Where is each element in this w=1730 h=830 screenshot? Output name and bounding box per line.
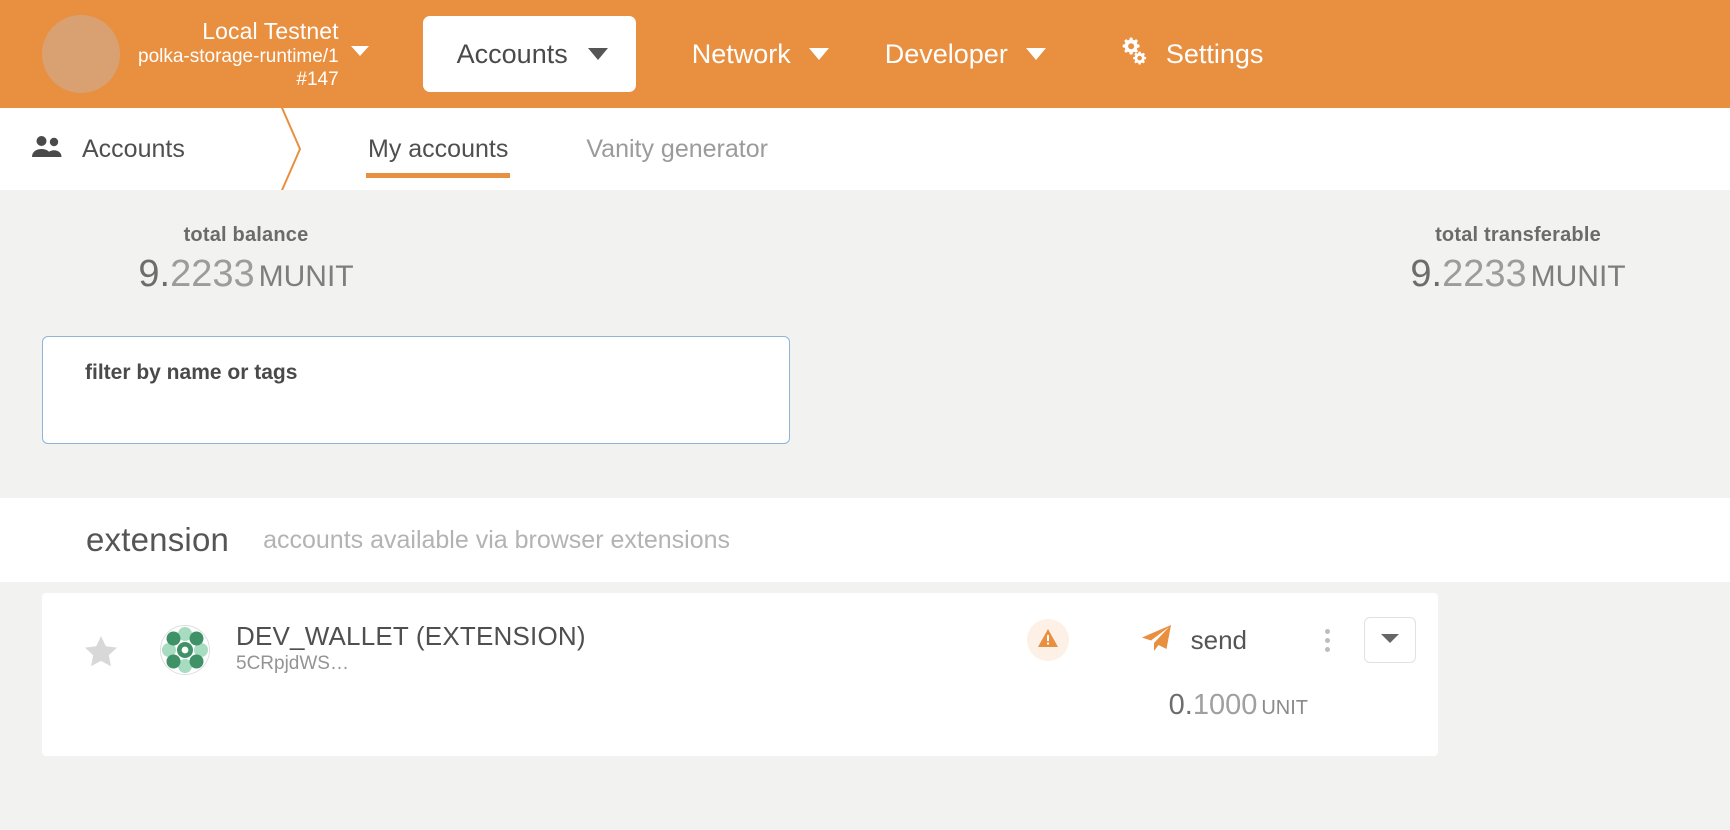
- warning-triangle-icon: [1037, 628, 1059, 653]
- account-balance: 0.1000 UNIT: [1169, 689, 1308, 722]
- top-navigation-bar: Local Testnet polka-storage-runtime/1 #1…: [0, 0, 1730, 108]
- expand-account-button[interactable]: [1364, 617, 1416, 663]
- warning-badge[interactable]: [1026, 619, 1069, 661]
- account-name: DEV_WALLET (EXTENSION): [236, 621, 586, 651]
- nav-accounts-button[interactable]: Accounts: [422, 16, 636, 92]
- balance-summary: total balance 9.2233 MUNIT total transfer…: [0, 190, 1730, 320]
- account-row[interactable]: DEV_WALLET (EXTENSION) 5CRpjdWS… send 0.…: [42, 593, 1438, 756]
- total-transferable-label: total transferable: [1435, 224, 1601, 246]
- favorite-star-icon[interactable]: [84, 635, 118, 672]
- tab-my-accounts[interactable]: My accounts: [346, 108, 530, 190]
- tab-vanity-generator-label: Vanity generator: [586, 134, 768, 163]
- total-balance-int: 9.: [138, 253, 171, 295]
- accounts-people-icon: [30, 134, 64, 165]
- breadcrumb[interactable]: Accounts: [30, 134, 274, 165]
- section-divider: [0, 582, 1730, 593]
- main-content: total balance 9.2233 MUNIT total transfer…: [0, 190, 1730, 756]
- total-transferable-block: total transferable 9.2233 MUNIT: [1358, 224, 1678, 296]
- total-balance-dec: 2233: [170, 253, 255, 295]
- tab-my-accounts-label: My accounts: [368, 134, 509, 163]
- nav-developer-button[interactable]: Developer: [885, 39, 1046, 70]
- nav-settings-label: Settings: [1165, 38, 1264, 69]
- extension-section-title: extension: [86, 521, 230, 558]
- chain-block-number: #147: [296, 69, 339, 91]
- account-balance-int: 0.: [1168, 689, 1193, 721]
- gear-icon: [1118, 37, 1152, 72]
- account-actions: send: [1026, 617, 1416, 663]
- account-balance-unit: UNIT: [1261, 697, 1308, 719]
- tab-bar: Accounts My accounts Vanity generator: [0, 94, 1730, 204]
- tab-list: My accounts Vanity generator: [308, 108, 790, 190]
- account-identicon: [160, 625, 210, 675]
- breadcrumb-label: Accounts: [82, 134, 185, 163]
- total-balance-label: total balance: [183, 224, 309, 246]
- account-identity: DEV_WALLET (EXTENSION) 5CRpjdWS…: [236, 621, 586, 675]
- account-address[interactable]: 5CRpjdWS…: [236, 653, 586, 675]
- extension-section-subtitle: accounts available via browser extension…: [263, 525, 730, 554]
- total-transferable-dec: 2233: [1442, 253, 1527, 295]
- total-transferable-unit: MUNIT: [1530, 260, 1626, 293]
- chevron-down-icon: [587, 48, 608, 60]
- chain-name: Local Testnet: [202, 17, 339, 44]
- paper-plane-icon: [1139, 623, 1173, 658]
- nav-network-button[interactable]: Network: [692, 39, 829, 70]
- nav-developer-label: Developer: [884, 38, 1008, 69]
- total-transferable-value: 9.2233 MUNIT: [1358, 253, 1678, 296]
- chevron-down-icon: [1025, 48, 1046, 60]
- send-button[interactable]: send: [1139, 623, 1247, 658]
- chevron-down-icon: [350, 45, 369, 56]
- nav-accounts-label: Accounts: [456, 38, 568, 69]
- send-label: send: [1190, 624, 1247, 655]
- filter-container: [0, 320, 1730, 444]
- chain-runtime: polka-storage-runtime/1: [138, 45, 339, 67]
- more-options-icon[interactable]: [1315, 625, 1340, 656]
- total-balance-unit: MUNIT: [258, 260, 354, 293]
- nav-network-label: Network: [691, 38, 791, 69]
- chevron-down-icon: [1380, 631, 1400, 649]
- account-balance-dec: 1000: [1192, 689, 1258, 721]
- chain-avatar: [42, 15, 120, 93]
- tab-vanity-generator[interactable]: Vanity generator: [564, 108, 790, 190]
- breadcrumb-separator-icon: [274, 94, 308, 204]
- total-balance-value: 9.2233 MUNIT: [96, 253, 396, 296]
- chain-selector[interactable]: Local Testnet polka-storage-runtime/1 #1…: [138, 17, 369, 91]
- nav-settings-button[interactable]: Settings: [1118, 37, 1264, 72]
- filter-input[interactable]: [42, 336, 790, 444]
- chevron-down-icon: [808, 48, 829, 60]
- total-transferable-int: 9.: [1410, 253, 1443, 295]
- total-balance-block: total balance 9.2233 MUNIT: [96, 224, 396, 296]
- extension-section-header: extension accounts available via browser…: [0, 498, 1730, 582]
